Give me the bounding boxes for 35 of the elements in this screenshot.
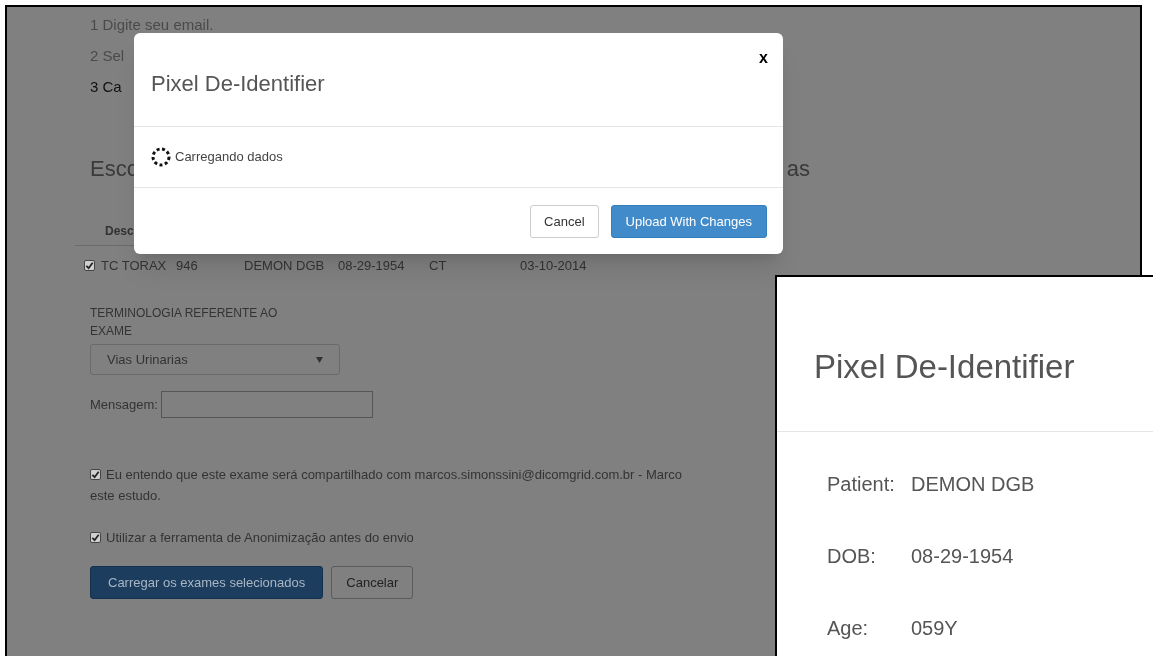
- table-cell-text: DEMON DGB: [244, 257, 326, 275]
- checkbox-label: Utilizar a ferramenta de Anonimização antes do envio: [106, 529, 414, 547]
- checkbox[interactable]: [84, 260, 95, 271]
- checkbox-label: este estudo.: [90, 487, 161, 505]
- field-label: TERMINOLOGIA REFERENTE AO EXAME: [90, 305, 279, 340]
- section-heading: as: [786, 155, 810, 183]
- close-button[interactable]: x: [759, 50, 768, 66]
- table-cell-text: 08-29-1954: [338, 257, 406, 275]
- checkbox[interactable]: [90, 469, 101, 480]
- field-label: Mensagem:: [90, 395, 158, 414]
- loading-status: Carregando dados: [175, 148, 283, 167]
- table-cell-text: 03-10-2014: [520, 257, 588, 275]
- table-cell-text: TC TORAX: [101, 257, 168, 275]
- column-header: Desc: [105, 224, 134, 238]
- upload-button[interactable]: Carregar os exames selecionados: [90, 566, 324, 599]
- field-label: Patient:: [827, 472, 896, 497]
- upload-button[interactable]: Upload With Changes: [610, 205, 767, 238]
- table-cell-text: CT: [429, 257, 448, 275]
- dropdown-caret-icon: [316, 356, 323, 363]
- dropdown[interactable]: Vias Urinarias: [90, 344, 340, 375]
- table-cell-text: 946: [176, 257, 199, 275]
- modal-title: Pixel De-Identifier: [814, 346, 1075, 387]
- modal-title: Pixel De-Identifier: [151, 70, 325, 98]
- checkbox-label: Eu entendo que este exame será compartilhado com marcos.simonssini@dicomgrid.com.br - Marco: [106, 466, 683, 484]
- field-label: Age:: [827, 616, 870, 641]
- cancel-button[interactable]: Cancelar: [331, 566, 414, 599]
- step-label: 3 Ca: [90, 77, 122, 97]
- cancel-button[interactable]: Cancel: [530, 205, 599, 238]
- message-input[interactable]: [160, 391, 373, 418]
- field-label: DOB:: [827, 544, 877, 569]
- field-value: 059Y: [911, 616, 958, 641]
- checkbox[interactable]: [90, 532, 101, 543]
- field-value: 08-29-1954: [911, 544, 1014, 569]
- field-value: DEMON DGB: [911, 472, 1035, 497]
- loading-spinner-icon: [151, 147, 171, 167]
